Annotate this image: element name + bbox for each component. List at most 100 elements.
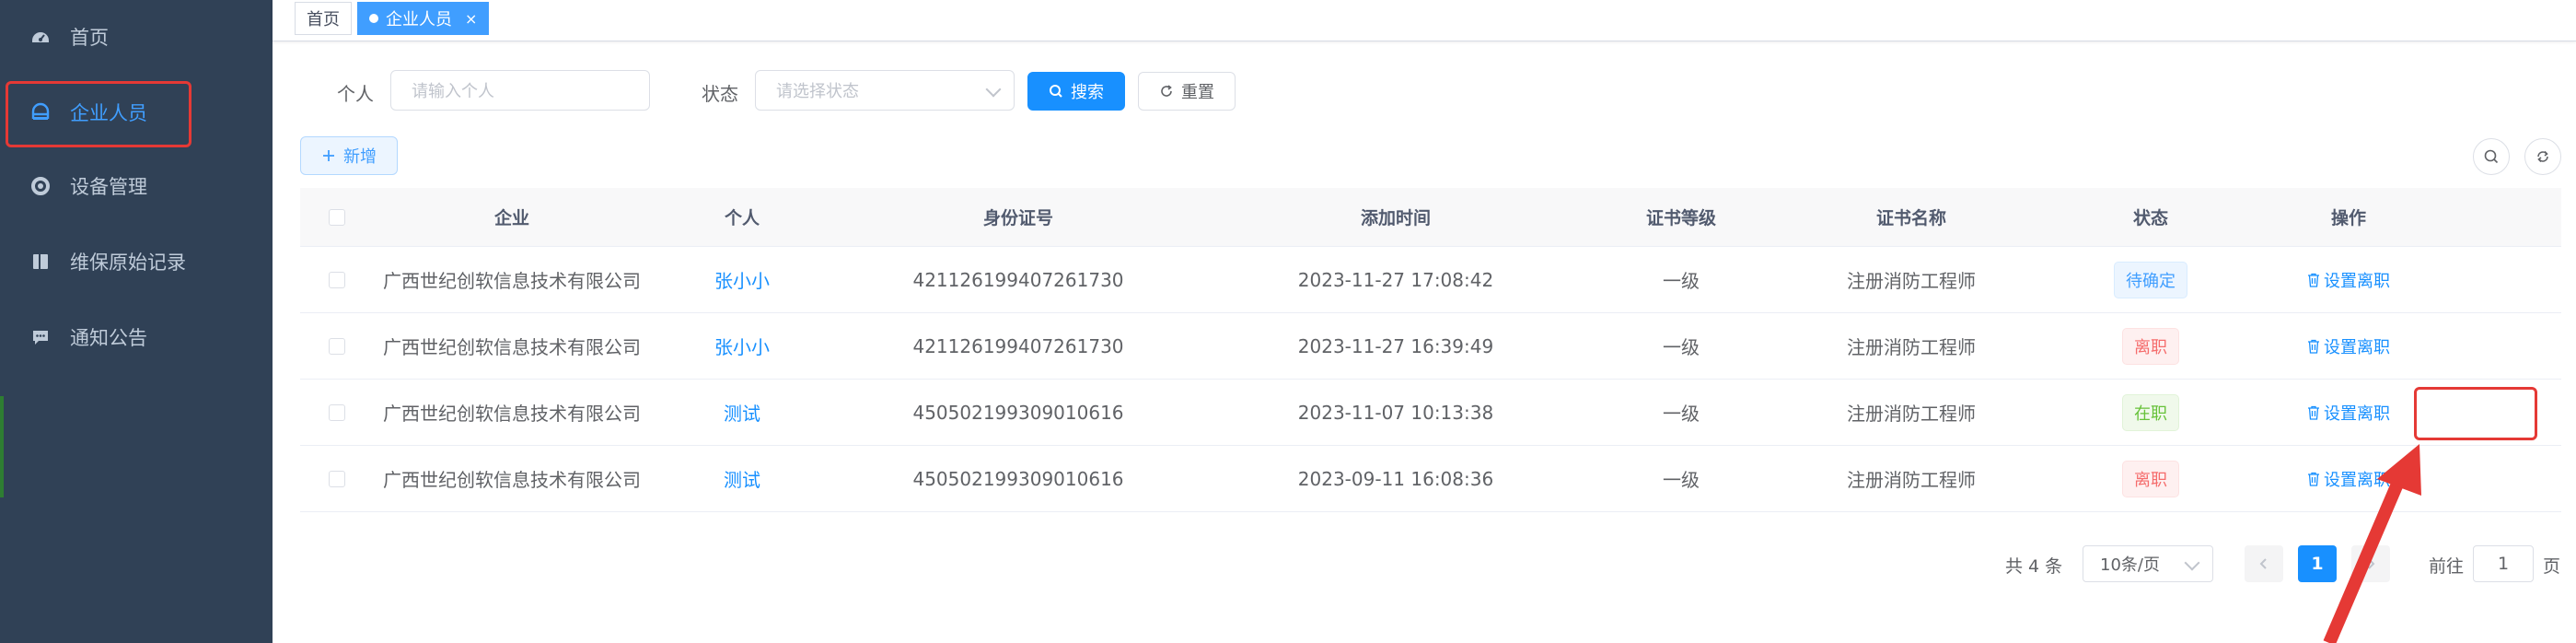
cell-add-time: 2023-11-27 17:08:42	[1297, 268, 1494, 291]
status-badge: 离职	[2122, 460, 2179, 497]
cell-actions: 设置离职	[2252, 313, 2445, 379]
search-icon	[2483, 148, 2500, 165]
sidebar-item-label: 首页	[70, 27, 109, 49]
tag-label: 首页	[307, 10, 340, 29]
header-cert-name: 证书名称	[1875, 208, 1946, 228]
pagination-total: 共 4 条	[2005, 556, 2063, 577]
cell-person-link[interactable]: 测试	[724, 465, 760, 492]
cell-cert-name: 注册消防工程师	[1847, 469, 1976, 491]
cell-id-number: 421126199407261730	[912, 268, 1124, 291]
sidebar-item-notices[interactable]: 通知公告	[0, 300, 273, 374]
refresh-button[interactable]	[2524, 138, 2561, 175]
set-resigned-button[interactable]: 设置离职	[2307, 401, 2390, 425]
status-badge: 待确定	[2114, 261, 2187, 298]
sidebar-item-label: 维保原始记录	[70, 251, 186, 274]
cell-person-link[interactable]: 测试	[724, 399, 760, 426]
header-company: 企业	[493, 208, 529, 228]
goto-page-input[interactable]: 1	[2473, 545, 2534, 582]
trash-icon	[2308, 339, 2319, 354]
header-actions: 操作	[2330, 208, 2366, 228]
row-checkbox[interactable]	[329, 470, 345, 487]
tag-enterprise-staff[interactable]: 企业人员 ×	[357, 2, 490, 35]
refresh-icon	[1159, 84, 1174, 99]
tags-view-bar: 首页 企业人员 ×	[273, 0, 2576, 41]
book-icon	[29, 251, 52, 273]
cell-company: 广西世纪创软信息技术有限公司	[383, 469, 641, 491]
reset-button[interactable]: 重置	[1138, 72, 1236, 111]
cell-cert-name: 注册消防工程师	[1847, 403, 1976, 425]
table-row: 广西世纪创软信息技术有限公司 张小小 421126199407261730 20…	[300, 247, 2561, 313]
set-resigned-button[interactable]: 设置离职	[2307, 334, 2390, 358]
cell-person-link[interactable]: 张小小	[714, 266, 770, 293]
device-icon	[29, 175, 52, 197]
page-suffix-label: 页	[2543, 556, 2561, 577]
cell-add-time: 2023-09-11 16:08:36	[1297, 467, 1494, 490]
tag-home[interactable]: 首页	[295, 2, 352, 35]
sidebar: 首页 企业人员 设备管理 维保原始记录 通知公告	[0, 0, 273, 643]
person-input[interactable]: 请输入个人	[390, 70, 650, 111]
header-id-number: 身份证号	[982, 208, 1053, 228]
cell-actions: 设置离职	[2252, 247, 2445, 312]
status-select[interactable]: 请选择状态	[755, 70, 1015, 111]
row-checkbox[interactable]	[329, 403, 345, 421]
cell-add-time: 2023-11-07 10:13:38	[1297, 401, 1494, 424]
person-filter-label: 个人	[337, 83, 374, 105]
set-resigned-label: 设置离职	[2324, 403, 2390, 424]
page-size-value: 10条/页	[2100, 555, 2160, 575]
row-checkbox[interactable]	[329, 271, 345, 288]
chevron-down-icon	[985, 81, 1002, 98]
search-icon	[1049, 84, 1063, 99]
cell-cert-level: 一级	[1663, 469, 1700, 491]
reset-button-label: 重置	[1181, 83, 1214, 102]
close-icon[interactable]: ×	[465, 10, 477, 28]
search-button-label: 搜索	[1071, 83, 1104, 102]
status-badge: 在职	[2122, 393, 2179, 431]
table-header-row: 企业 个人 身份证号 添加时间 证书等级 证书名称 状态 操作	[300, 188, 2561, 247]
header-status: 状态	[2132, 208, 2168, 228]
cell-cert-name: 注册消防工程师	[1847, 336, 1976, 358]
row-select-cell	[300, 313, 374, 379]
select-all-checkbox[interactable]	[329, 208, 345, 226]
row-checkbox[interactable]	[329, 337, 345, 355]
set-resigned-label: 设置离职	[2324, 337, 2390, 357]
annotation-highlight-action	[2414, 387, 2537, 440]
header-add-time: 添加时间	[1360, 208, 1431, 228]
trash-icon	[2308, 405, 2319, 420]
table-row: 广西世纪创软信息技术有限公司 测试 450502199309010616 202…	[300, 380, 2561, 446]
prev-page-button[interactable]	[2245, 545, 2283, 582]
header-select-cell	[300, 188, 374, 246]
cell-id-number: 450502199309010616	[912, 401, 1124, 424]
cell-person-cell: 张小小	[650, 247, 834, 312]
plus-icon	[321, 148, 336, 163]
cell-status: 离职	[2049, 313, 2252, 379]
sidebar-item-maintenance-records[interactable]: 维保原始记录	[0, 225, 273, 298]
cell-cert-level: 一级	[1663, 270, 1700, 292]
sidebar-edge-marker	[0, 396, 4, 497]
cell-status: 在职	[2049, 380, 2252, 445]
tag-label: 企业人员	[386, 10, 452, 29]
add-button[interactable]: 新增	[300, 136, 398, 175]
status-select-placeholder: 请选择状态	[776, 82, 859, 101]
cell-person-cell: 测试	[650, 380, 834, 445]
cell-cert-level: 一级	[1663, 336, 1700, 358]
search-button[interactable]: 搜索	[1027, 72, 1125, 111]
table-row: 广西世纪创软信息技术有限公司 测试 450502199309010616 202…	[300, 446, 2561, 512]
cell-company: 广西世纪创软信息技术有限公司	[383, 336, 641, 358]
status-badge: 离职	[2122, 327, 2179, 365]
status-filter-label: 状态	[702, 83, 738, 105]
cell-company: 广西世纪创软信息技术有限公司	[383, 403, 641, 425]
cell-id-number: 421126199407261730	[912, 334, 1124, 357]
add-button-label: 新增	[343, 147, 377, 167]
page-size-select[interactable]: 10条/页	[2083, 545, 2213, 582]
set-resigned-button[interactable]: 设置离职	[2307, 268, 2390, 292]
trash-icon	[2308, 273, 2319, 287]
sidebar-item-label: 通知公告	[70, 327, 147, 349]
annotation-arrow-icon	[2323, 444, 2421, 643]
toggle-search-button[interactable]	[2473, 138, 2510, 175]
cell-person-link[interactable]: 张小小	[714, 333, 770, 359]
row-select-cell	[300, 446, 374, 511]
dashboard-icon	[29, 26, 52, 48]
sidebar-item-device-management[interactable]: 设备管理	[0, 149, 273, 223]
cell-status: 待确定	[2049, 247, 2252, 312]
sidebar-item-home[interactable]: 首页	[0, 0, 273, 74]
